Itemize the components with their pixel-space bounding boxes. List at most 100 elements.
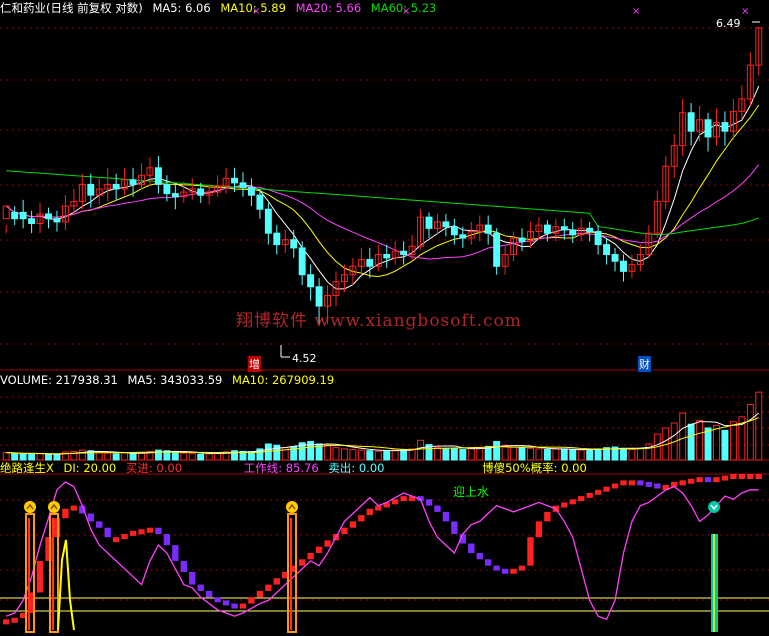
volume-bar xyxy=(704,427,712,461)
indicator-bar xyxy=(518,565,526,571)
indicator-bar xyxy=(628,480,636,486)
work-line xyxy=(6,481,759,621)
volume-bar xyxy=(95,452,103,461)
candlesticks xyxy=(2,27,763,324)
sell-label: 卖出: 0.00 xyxy=(328,461,385,475)
watermark: 翔博软件 www.xiangbosoft.com xyxy=(236,311,522,331)
indicator-bar xyxy=(696,477,703,483)
high-price-label: 6.49 xyxy=(716,17,741,30)
ma5-label: MA5: 6.06 xyxy=(152,1,211,15)
volume-bar xyxy=(459,449,467,461)
indicator-panel xyxy=(3,474,762,633)
candle-body xyxy=(163,183,171,195)
ma60-label: MA60: 5.23 xyxy=(370,1,437,15)
indicator-bar xyxy=(476,553,483,560)
candle-body xyxy=(594,231,602,246)
volume-bar xyxy=(721,429,729,461)
indicator-bar xyxy=(730,474,737,479)
candle-body xyxy=(721,122,729,132)
volume-bar xyxy=(467,448,475,461)
indicator-bar xyxy=(189,571,196,585)
indicator-bar xyxy=(721,475,729,481)
volume-bar xyxy=(713,424,720,461)
candle-body xyxy=(231,177,238,184)
indicator-bar xyxy=(155,527,162,535)
indicator-bar xyxy=(222,600,230,606)
candle-body xyxy=(315,286,323,307)
volume-bar xyxy=(53,454,61,461)
volume-bar xyxy=(78,449,86,461)
volume-bar xyxy=(188,453,196,461)
volume-bar xyxy=(374,450,382,461)
indicator-bar xyxy=(451,521,458,535)
indicator-bar xyxy=(70,505,78,511)
candle-body xyxy=(154,167,162,185)
indicator-bar xyxy=(180,560,187,572)
volume-bar xyxy=(434,447,441,461)
probability-label: 博傻50%概率: 0.00 xyxy=(482,461,587,475)
indicator-bar xyxy=(87,513,94,522)
candle-body xyxy=(28,218,36,225)
indicator-bar xyxy=(315,546,323,553)
indicator-bar xyxy=(594,489,602,495)
volume-bar xyxy=(366,450,374,461)
indicator-bar xyxy=(265,584,272,591)
indicator-bar xyxy=(687,478,695,484)
indicator-bar xyxy=(535,521,543,538)
candle-body xyxy=(53,218,61,223)
indicator-bar xyxy=(129,530,137,536)
indicator-bar xyxy=(53,518,61,538)
indicator-bar xyxy=(586,492,593,498)
indicator-bar xyxy=(434,505,441,512)
indicator-bar xyxy=(704,477,712,483)
buy-arrow-icon xyxy=(48,501,60,513)
indicator-bar xyxy=(11,617,18,623)
volume-bar xyxy=(476,447,484,461)
volume-bar xyxy=(36,453,44,461)
indicator-bar xyxy=(36,560,44,593)
volume-bar xyxy=(746,404,754,461)
volume-bar xyxy=(121,452,129,461)
indicator-bar xyxy=(231,603,238,609)
low-price-label: 4.52 xyxy=(292,352,317,365)
candle-body xyxy=(493,232,501,267)
volume-ma-lines xyxy=(6,412,760,455)
indicator-bar xyxy=(493,565,500,571)
volume-bar xyxy=(586,449,594,461)
candle-body xyxy=(442,221,450,228)
candle-body xyxy=(264,208,272,234)
indicator-bar xyxy=(324,540,331,547)
volume-bar xyxy=(493,441,501,461)
indicator-bar xyxy=(569,499,576,505)
candle-body xyxy=(239,182,247,188)
indicator-bar xyxy=(104,527,111,538)
indicator-bar xyxy=(273,578,280,585)
candle-body xyxy=(197,188,205,196)
indicator-bar xyxy=(239,603,247,609)
indicator-bar xyxy=(442,511,450,522)
indicator-bar xyxy=(637,480,644,486)
candle-body xyxy=(603,244,611,256)
indicator-bar xyxy=(256,590,264,598)
candle-body xyxy=(425,216,433,229)
indicator-bar xyxy=(341,527,348,535)
indicator-bar xyxy=(299,559,306,566)
volume-bar xyxy=(112,453,120,461)
tag-cai: 财 xyxy=(638,356,651,372)
indicator-bar xyxy=(172,545,179,561)
volume-bar xyxy=(620,447,627,461)
volume-bar xyxy=(332,447,340,461)
indicator-bar xyxy=(645,481,653,487)
indicator-bar xyxy=(121,534,128,540)
candle-body xyxy=(459,234,467,239)
candle-body xyxy=(366,259,374,267)
indicator-bar xyxy=(307,553,314,560)
candle-body xyxy=(256,194,264,210)
candle-body xyxy=(45,213,52,220)
candle-body xyxy=(569,229,577,236)
panel-borders xyxy=(0,369,769,612)
indicator-bar xyxy=(112,537,120,543)
indicator-bar xyxy=(485,559,492,566)
volume-bar xyxy=(527,447,534,461)
indicator-bar xyxy=(501,568,509,574)
